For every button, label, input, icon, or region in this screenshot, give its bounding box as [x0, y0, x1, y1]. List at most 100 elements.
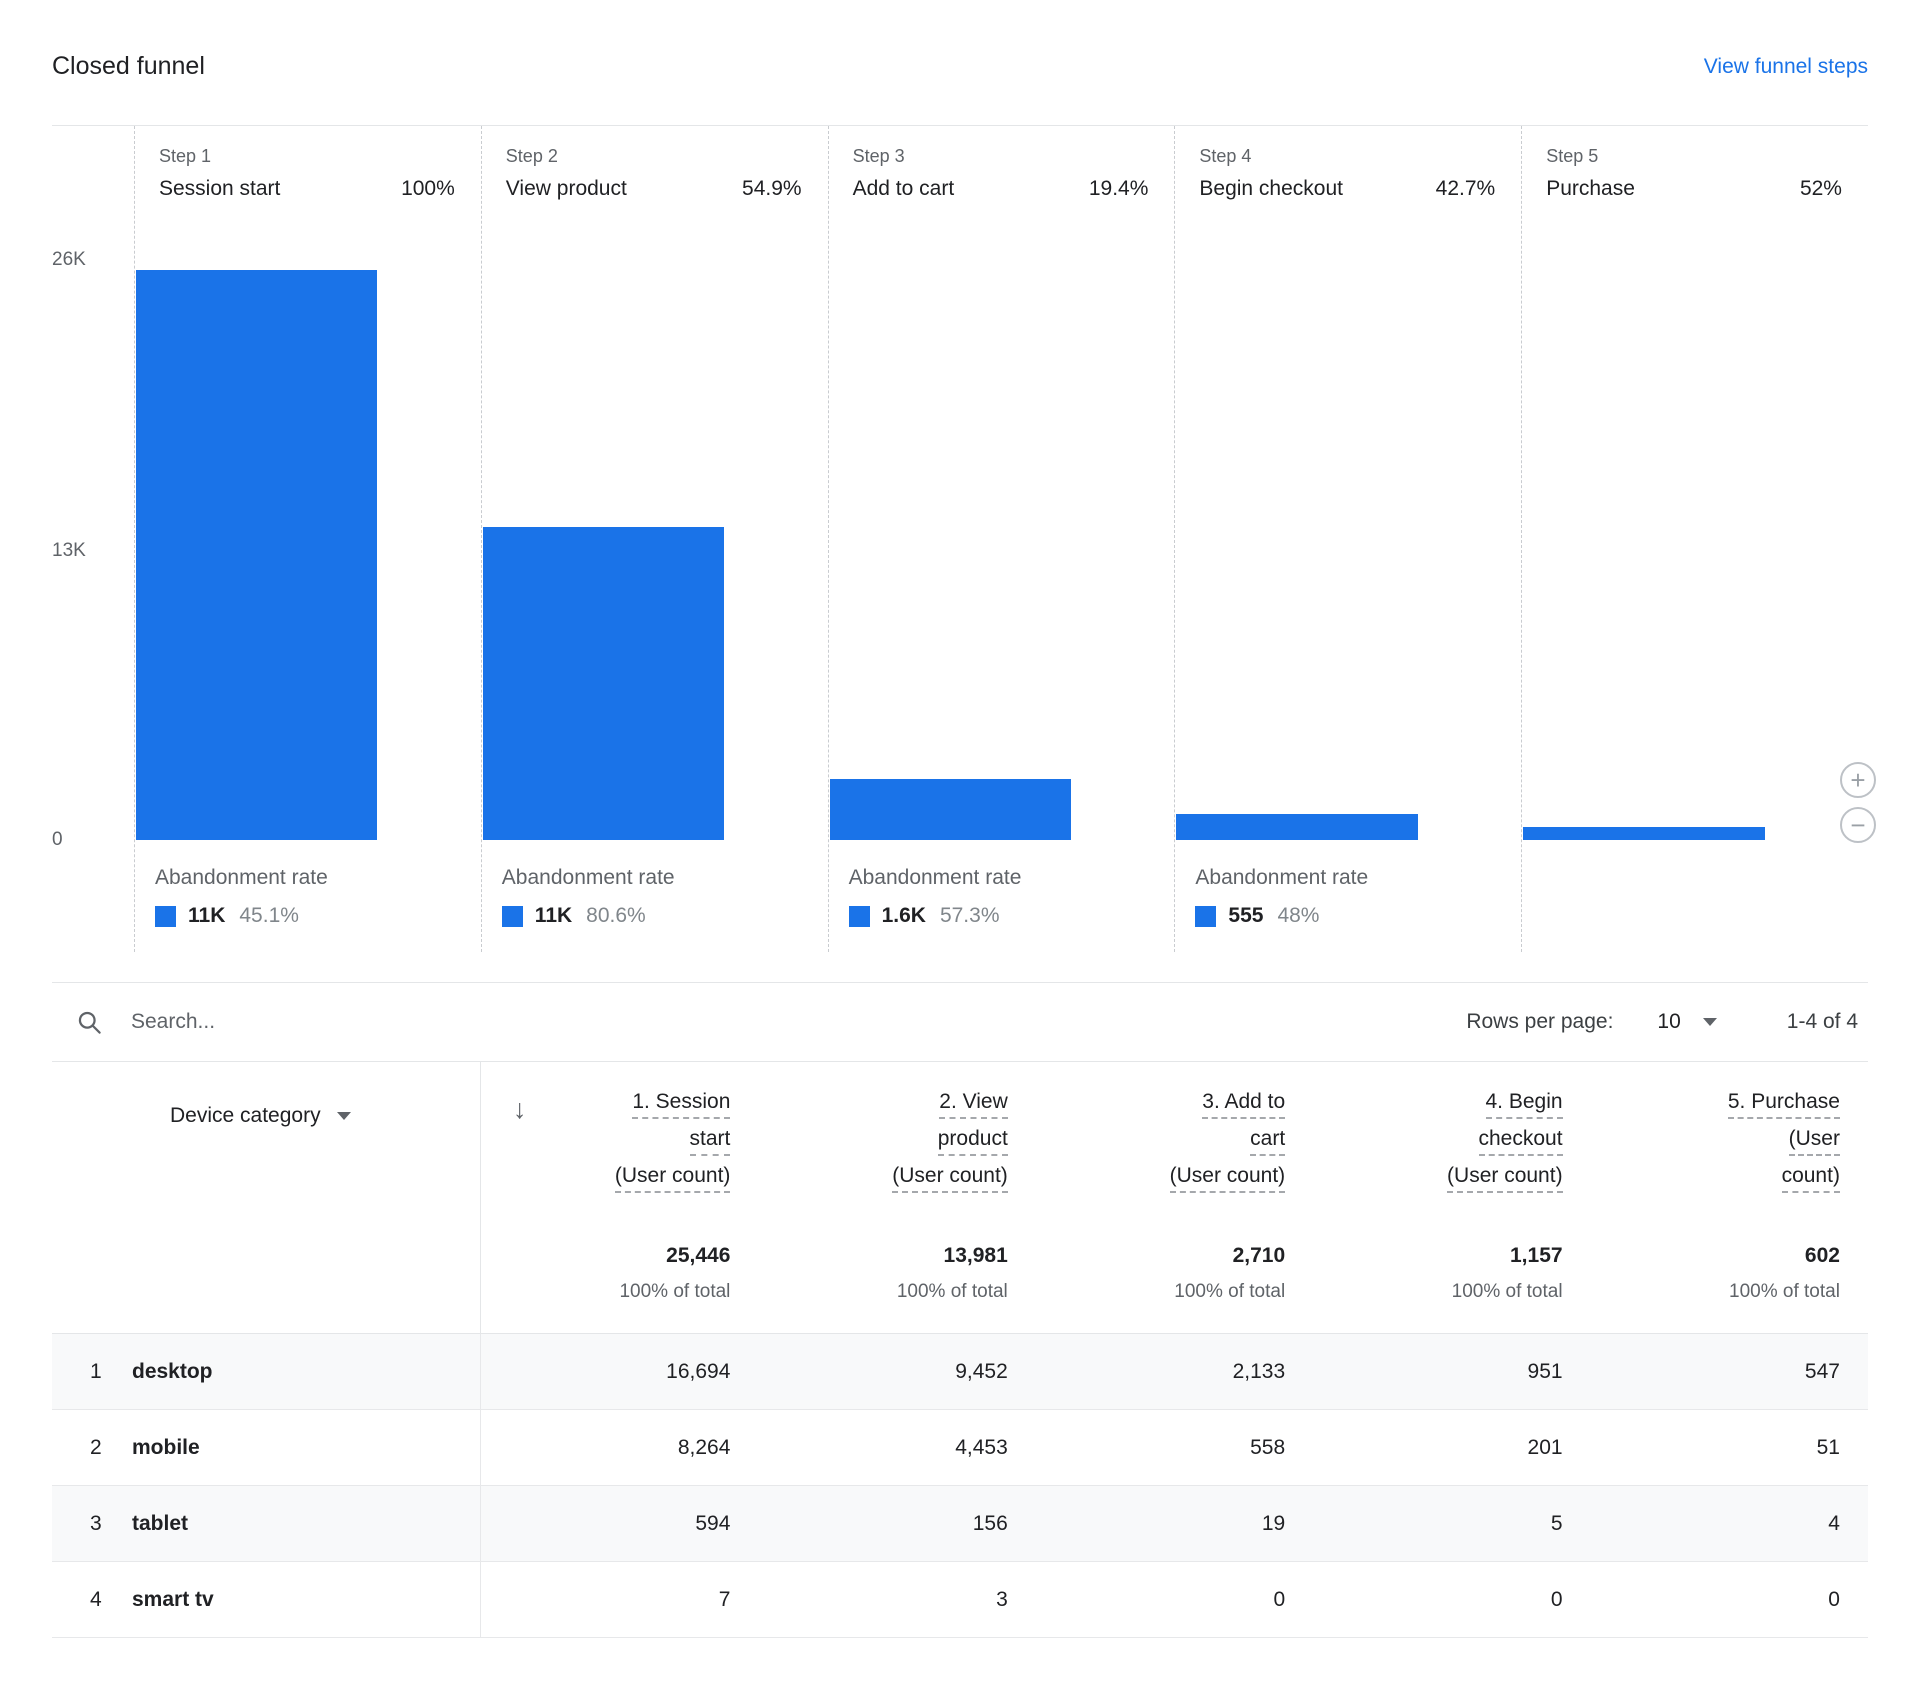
abandonment-count: 1.6K — [882, 904, 926, 928]
rows-per-page-select[interactable]: 10 — [1657, 1010, 1716, 1034]
plot-area — [1176, 226, 1521, 840]
table-row[interactable]: 1 desktop 16,694 9,452 2,133 951 547 — [52, 1334, 1868, 1410]
page-title: Closed funnel — [52, 52, 205, 81]
column-header[interactable]: 1. Session start (User count) — [615, 1090, 731, 1204]
zoom-in-button[interactable]: + — [1840, 762, 1876, 798]
search-input[interactable] — [131, 1010, 731, 1034]
rows-per-page-value: 10 — [1657, 1010, 1680, 1034]
step-header: Step 4 Begin checkout 42.7% — [1175, 126, 1521, 201]
zoom-out-icon: − — [1850, 812, 1865, 838]
funnel-bar[interactable] — [483, 527, 724, 840]
plot-area — [483, 226, 828, 840]
funnel-bar[interactable] — [1176, 814, 1417, 840]
abandonment-block: Abandonment rate 11K 80.6% — [502, 866, 820, 928]
column-header[interactable]: 4. Begin checkout (User count) — [1447, 1090, 1563, 1204]
step-name: Session start — [159, 177, 280, 201]
plot-area — [136, 226, 481, 840]
funnel-bar[interactable] — [136, 270, 377, 840]
breakdown-table: Device category ↓ 1. Session start (User… — [52, 1062, 1868, 1638]
abandonment-rate: 57.3% — [940, 904, 1000, 928]
cell-value: 0 — [1036, 1588, 1313, 1612]
column-total-percent: 100% of total — [1729, 1281, 1840, 1303]
funnel-step-column-5: Step 5 Purchase 52% — [1521, 126, 1868, 952]
zoom-out-button[interactable]: − — [1840, 807, 1876, 843]
row-device-label: tablet — [132, 1512, 188, 1536]
step-label: Step 4 — [1199, 146, 1495, 167]
column-total: 2,710 — [1233, 1244, 1286, 1268]
abandonment-count: 555 — [1228, 904, 1263, 928]
column-header[interactable]: 3. Add to cart (User count) — [1170, 1090, 1286, 1204]
cell-value: 547 — [1591, 1360, 1868, 1384]
column-header[interactable]: 2. View product (User count) — [892, 1090, 1008, 1204]
table-toolbar: Rows per page: 10 1-4 of 4 — [52, 982, 1868, 1062]
step-name: Purchase — [1546, 177, 1635, 201]
cell-value: 9,452 — [758, 1360, 1035, 1384]
cell-value: 0 — [1591, 1588, 1868, 1612]
legend-swatch — [1195, 906, 1216, 927]
step-percent: 54.9% — [742, 177, 802, 201]
metric-column-begin-checkout: 4. Begin checkout (User count) 1,157 100… — [1313, 1090, 1590, 1303]
step-name: Add to cart — [853, 177, 955, 201]
funnel-step-column-1: Step 1 Session start 100% Abandonment ra… — [134, 126, 481, 952]
step-header: Step 1 Session start 100% — [135, 126, 481, 201]
chevron-down-icon — [1703, 1018, 1717, 1026]
funnel-step-column-4: Step 4 Begin checkout 42.7% Abandonment … — [1174, 126, 1521, 952]
cell-value: 201 — [1313, 1436, 1590, 1460]
funnel-step-column-3: Step 3 Add to cart 19.4% Abandonment rat… — [828, 126, 1175, 952]
metric-column-view-product: 2. View product (User count) 13,981 100%… — [758, 1090, 1035, 1303]
table-header: Device category ↓ 1. Session start (User… — [52, 1062, 1868, 1334]
cell-value: 4 — [1591, 1512, 1868, 1536]
cell-value: 19 — [1036, 1512, 1313, 1536]
plot-area — [830, 226, 1175, 840]
step-percent: 52% — [1800, 177, 1842, 201]
cell-value: 7 — [481, 1588, 758, 1612]
y-axis-tick: 13K — [52, 540, 86, 562]
abandonment-rate: 80.6% — [586, 904, 646, 928]
column-total-percent: 100% of total — [1452, 1281, 1563, 1303]
step-label: Step 2 — [506, 146, 802, 167]
row-device-label: mobile — [132, 1436, 200, 1460]
pagination-range: 1-4 of 4 — [1787, 1010, 1858, 1034]
cell-value: 558 — [1036, 1436, 1313, 1460]
cell-value: 16,694 — [481, 1360, 758, 1384]
abandonment-count: 11K — [188, 904, 225, 928]
view-funnel-steps-link[interactable]: View funnel steps — [1704, 55, 1868, 79]
y-axis-tick: 0 — [52, 829, 63, 851]
cell-value: 594 — [481, 1512, 758, 1536]
column-header[interactable]: 5. Purchase (User count) — [1728, 1090, 1840, 1204]
funnel-bar[interactable] — [830, 779, 1071, 840]
step-header: Step 5 Purchase 52% — [1522, 126, 1868, 201]
device-category-header[interactable]: Device category — [170, 1104, 351, 1128]
step-header: Step 3 Add to cart 19.4% — [829, 126, 1175, 201]
step-header: Step 2 View product 54.9% — [482, 126, 828, 201]
abandonment-label: Abandonment rate — [155, 866, 473, 890]
cell-value: 0 — [1313, 1588, 1590, 1612]
row-index: 2 — [52, 1436, 132, 1460]
page-header: Closed funnel View funnel steps — [52, 0, 1868, 81]
step-label: Step 3 — [853, 146, 1149, 167]
step-label: Step 5 — [1546, 146, 1842, 167]
step-percent: 42.7% — [1436, 177, 1496, 201]
funnel-bar[interactable] — [1523, 827, 1764, 840]
column-total: 1,157 — [1510, 1244, 1563, 1268]
step-label: Step 1 — [159, 146, 455, 167]
table-row[interactable]: 3 tablet 594 156 19 5 4 — [52, 1486, 1868, 1562]
cell-value: 5 — [1313, 1512, 1590, 1536]
plot-area — [1523, 226, 1868, 840]
legend-swatch — [502, 906, 523, 927]
abandonment-label: Abandonment rate — [849, 866, 1167, 890]
abandonment-rate: 45.1% — [239, 904, 299, 928]
column-total-percent: 100% of total — [1174, 1281, 1285, 1303]
y-axis-tick: 26K — [52, 249, 86, 271]
table-row[interactable]: 2 mobile 8,264 4,453 558 201 51 — [52, 1410, 1868, 1486]
step-name: Begin checkout — [1199, 177, 1343, 201]
row-index: 1 — [52, 1360, 132, 1384]
table-row[interactable]: 4 smart tv 7 3 0 0 0 — [52, 1562, 1868, 1638]
abandonment-count: 11K — [535, 904, 572, 928]
cell-value: 2,133 — [1036, 1360, 1313, 1384]
cell-value: 951 — [1313, 1360, 1590, 1384]
abandonment-block: Abandonment rate 1.6K 57.3% — [849, 866, 1167, 928]
y-axis: 26K 13K 0 — [52, 126, 134, 952]
column-total: 13,981 — [944, 1244, 1008, 1268]
legend-swatch — [155, 906, 176, 927]
